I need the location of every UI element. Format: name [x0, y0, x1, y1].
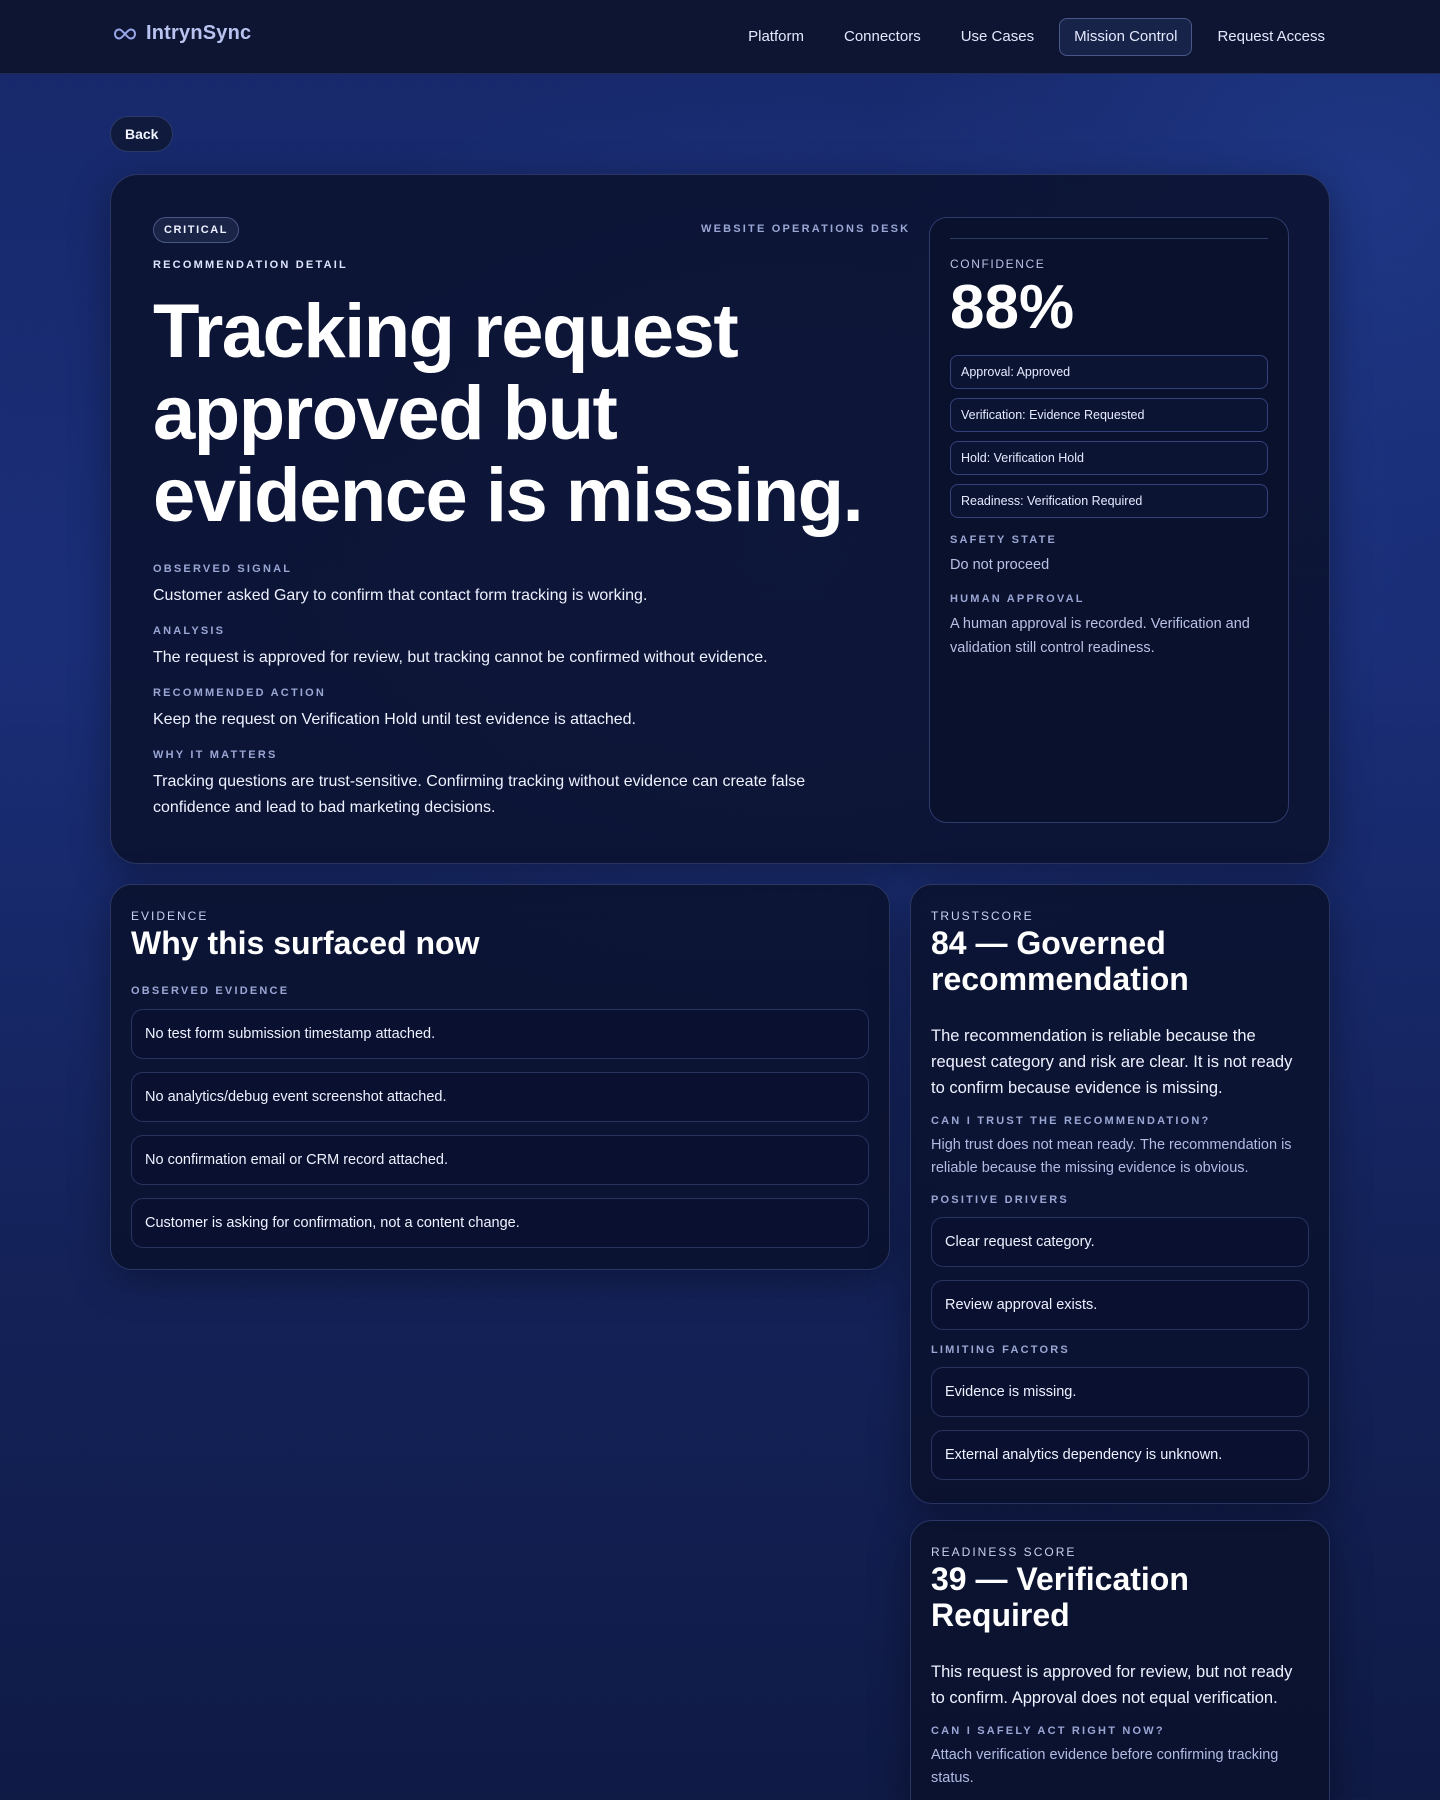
section-text: Customer asked Gary to confirm that cont… [153, 587, 648, 604]
top-navigation-bar: IntrynSync Platform Connectors Use Cases… [0, 0, 1440, 74]
brand-name: IntrynSync [146, 22, 252, 44]
recommendation-sections: OBSERVED SIGNAL Customer asked Gary to c… [153, 563, 853, 837]
evidence-eyebrow: EVIDENCE [131, 909, 209, 923]
human-approval-label: HUMAN APPROVAL [950, 593, 1085, 605]
evidence-title: Why this surfaced now [131, 925, 480, 961]
infinity-icon [114, 27, 136, 40]
safety-state-label: SAFETY STATE [950, 534, 1058, 546]
readiness-title: 39 — Verification Required [931, 1561, 1189, 1633]
observed-evidence-label: OBSERVED EVIDENCE [131, 985, 290, 997]
limiting-factor-item: External analytics dependency is unknown… [931, 1430, 1309, 1480]
status-chip-verification: Verification: Evidence Requested [950, 398, 1268, 432]
nav-mission-control[interactable]: Mission Control [1059, 18, 1193, 56]
act-question-label: CAN I SAFELY ACT RIGHT NOW? [931, 1725, 1165, 1737]
trust-question-label: CAN I TRUST THE RECOMMENDATION? [931, 1115, 1211, 1127]
section-label: WHY IT MATTERS [153, 749, 278, 761]
nav-request-access[interactable]: Request Access [1202, 18, 1340, 56]
limiting-factor-item: Evidence is missing. [931, 1367, 1309, 1417]
confidence-value: 88% [950, 273, 1075, 342]
section-text: Tracking questions are trust-sensitive. … [153, 773, 806, 816]
safety-state: SAFETY STATE Do not proceed [950, 534, 1268, 577]
readiness-score-card: READINESS SCORE 39 — Verification Requir… [910, 1520, 1330, 1800]
evidence-card: EVIDENCE Why this surfaced now OBSERVED … [110, 884, 890, 1270]
divider [950, 238, 1268, 239]
evidence-item: No analytics/debug event screenshot atta… [131, 1072, 869, 1122]
evidence-item: No test form submission timestamp attach… [131, 1009, 869, 1059]
nav-platform[interactable]: Platform [733, 18, 819, 56]
main-nav: Platform Connectors Use Cases Mission Co… [733, 18, 1340, 56]
severity-badge: CRITICAL [153, 217, 240, 243]
human-approval: HUMAN APPROVAL A human approval is recor… [950, 593, 1268, 660]
desk-label: WEBSITE OPERATIONS DESK [701, 223, 911, 235]
trustscore-eyebrow: TRUSTSCORE [931, 909, 1034, 923]
section-label: ANALYSIS [153, 625, 226, 637]
confidence-label: CONFIDENCE [950, 257, 1046, 271]
recommendation-detail-card: CRITICAL WEBSITE OPERATIONS DESK RECOMME… [110, 174, 1330, 864]
observed-signal-section: OBSERVED SIGNAL Customer asked Gary to c… [153, 563, 853, 609]
trustscore-description: The recommendation is reliable because t… [931, 1027, 1293, 1097]
section-text: Keep the request on Verification Hold un… [153, 711, 636, 728]
section-text: The request is approved for review, but … [153, 649, 768, 666]
recommendation-eyebrow: RECOMMENDATION DETAIL [153, 259, 348, 271]
trustscore-card: TRUSTSCORE 84 — Governed recommendation … [910, 884, 1330, 1504]
confidence-panel: CONFIDENCE 88% Approval: Approved Verifi… [929, 217, 1289, 823]
safety-state-value: Do not proceed [950, 557, 1050, 573]
readiness-description: This request is approved for review, but… [931, 1663, 1293, 1707]
positive-driver-item: Review approval exists. [931, 1280, 1309, 1330]
evidence-item: Customer is asking for confirmation, not… [131, 1198, 869, 1248]
why-it-matters-section: WHY IT MATTERS Tracking questions are tr… [153, 749, 853, 821]
nav-connectors[interactable]: Connectors [829, 18, 936, 56]
recommendation-title: Tracking request approved but evidence i… [153, 289, 864, 538]
status-chip-readiness: Readiness: Verification Required [950, 484, 1268, 518]
readiness-eyebrow: READINESS SCORE [931, 1545, 1077, 1559]
positive-drivers-label: POSITIVE DRIVERS [931, 1194, 1069, 1206]
act-question-answer: Attach verification evidence before conf… [931, 1747, 1279, 1786]
positive-driver-item: Clear request category. [931, 1217, 1309, 1267]
brand-logo[interactable]: IntrynSync [114, 22, 251, 45]
evidence-item: No confirmation email or CRM record atta… [131, 1135, 869, 1185]
back-button[interactable]: Back [110, 116, 174, 152]
nav-use-cases[interactable]: Use Cases [946, 18, 1049, 56]
status-chip-approval: Approval: Approved [950, 355, 1268, 389]
section-label: OBSERVED SIGNAL [153, 563, 293, 575]
section-label: RECOMMENDED ACTION [153, 687, 327, 699]
trust-question-answer: High trust does not mean ready. The reco… [931, 1137, 1292, 1176]
recommended-action-section: RECOMMENDED ACTION Keep the request on V… [153, 687, 853, 733]
human-approval-text: A human approval is recorded. Verificati… [950, 616, 1250, 656]
status-chip-hold: Hold: Verification Hold [950, 441, 1268, 475]
analysis-section: ANALYSIS The request is approved for rev… [153, 625, 853, 671]
trustscore-title: 84 — Governed recommendation [931, 925, 1189, 997]
limiting-factors-label: LIMITING FACTORS [931, 1344, 1070, 1356]
